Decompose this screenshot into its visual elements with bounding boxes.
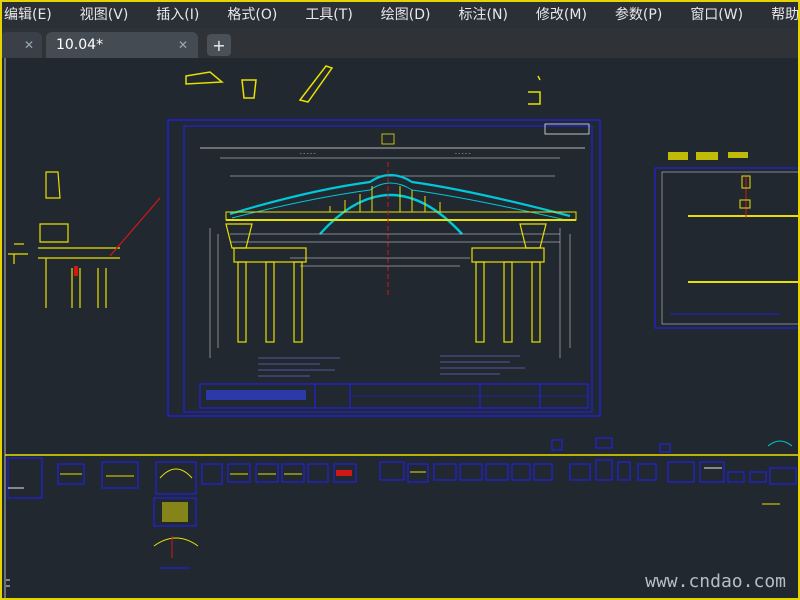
- thumbnail-strip: [5, 437, 800, 569]
- svg-text:- - - - -: - - - - -: [455, 151, 471, 157]
- leader-arrow: [109, 197, 161, 257]
- menu-insert[interactable]: 插入(I): [142, 4, 213, 24]
- menu-dimension[interactable]: 标注(N): [445, 4, 522, 24]
- tab-drawing[interactable]: 10.04* ✕: [46, 32, 198, 58]
- menu-parametric[interactable]: 参数(P): [601, 4, 676, 24]
- plus-icon: +: [212, 35, 226, 55]
- left-elevation: [8, 171, 120, 308]
- menu-edit[interactable]: 编辑(E): [0, 4, 66, 24]
- main-drawing-sheet: - - - - - - - - - -: [167, 119, 601, 417]
- tab-bar: ✕ 10.04* ✕ +: [0, 28, 800, 58]
- drawing-canvas[interactable]: - - - - - - - - - -: [0, 58, 800, 600]
- menu-format[interactable]: 格式(O): [213, 4, 291, 24]
- close-icon[interactable]: ✕: [178, 38, 188, 52]
- close-icon[interactable]: ✕: [24, 38, 34, 52]
- menu-modify[interactable]: 修改(M): [522, 4, 601, 24]
- tab-previous[interactable]: ✕: [0, 32, 42, 58]
- menu-window[interactable]: 窗口(W): [676, 4, 757, 24]
- menu-bar: 编辑(E) 视图(V) 插入(I) 格式(O) 工具(T) 绘图(D) 标注(N…: [0, 0, 800, 28]
- watermark-text: www.cndao.com: [645, 571, 786, 592]
- new-tab-button[interactable]: +: [207, 34, 231, 56]
- top-details: [185, 65, 541, 105]
- tab-drawing-label: 10.04*: [56, 37, 104, 53]
- svg-text:- - - - -: - - - - -: [300, 151, 316, 157]
- menu-draw[interactable]: 绘图(D): [367, 4, 445, 24]
- menu-help[interactable]: 帮助: [757, 4, 800, 24]
- menu-view[interactable]: 视图(V): [66, 4, 143, 24]
- menu-tools[interactable]: 工具(T): [291, 4, 366, 24]
- right-drawing-sheet: [654, 152, 800, 329]
